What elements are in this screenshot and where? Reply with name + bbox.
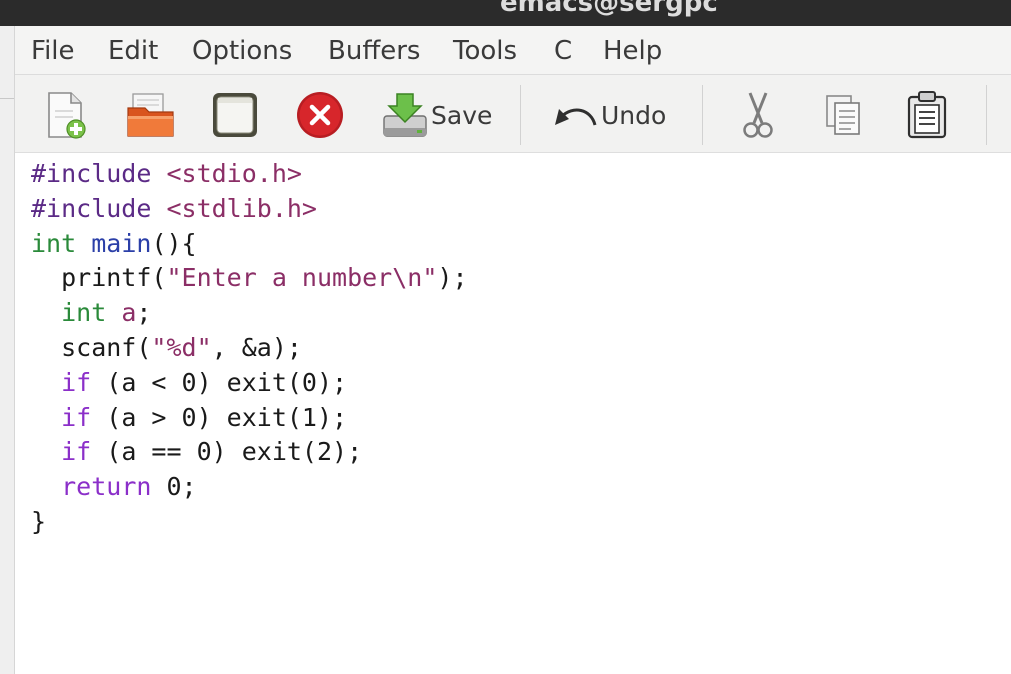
undo-arrow-icon (555, 108, 597, 126)
code-line: return 0; (31, 470, 468, 505)
paste-clipboard-icon (907, 91, 947, 139)
code-line: if (a > 0) exit(1); (31, 401, 468, 436)
code-token-kw: if (61, 367, 92, 397)
code-text[interactable]: #include <stdio.h> #include <stdlib.h> int… (31, 157, 468, 540)
close-buffer-icon (297, 92, 343, 138)
code-token-plain: } (31, 506, 47, 536)
menu-help[interactable]: Help (603, 35, 662, 67)
code-token-plain: printf( (31, 263, 167, 293)
emacs-frame: File Edit Options Buffers Tools C Help S… (15, 26, 1011, 674)
code-line: } (31, 505, 468, 540)
save-label: Save (431, 100, 493, 130)
code-line: int a; (31, 296, 468, 331)
toolbar-separator (520, 85, 521, 145)
code-line: scanf("%d", &a); (31, 331, 468, 366)
title-bar[interactable]: emacs@sergpc (0, 0, 1011, 26)
code-token-type: int (61, 298, 107, 328)
menu-buffers[interactable]: Buffers (328, 35, 420, 67)
menu-file[interactable]: File (31, 35, 75, 67)
tool-bar: Save Undo (15, 75, 1011, 153)
code-token-plain: (){ (151, 228, 197, 258)
code-token-plain: 0; (151, 472, 197, 502)
menu-bar: File Edit Options Buffers Tools C Help (15, 26, 1011, 75)
code-line: int main(){ (31, 227, 468, 262)
code-line: if (a < 0) exit(0); (31, 366, 468, 401)
code-token-str: a (121, 298, 137, 328)
code-line: if (a == 0) exit(2); (31, 435, 468, 470)
scissors-icon (743, 92, 773, 138)
copy-icon (826, 95, 860, 135)
window-title: emacs@sergpc (500, 0, 718, 18)
code-token-plain: ); (437, 263, 468, 293)
code-token-plain: (a == 0) exit(2); (91, 437, 363, 467)
left-window-frame (0, 26, 15, 674)
code-token-str: <stdlib.h> (166, 193, 317, 223)
save-disk-icon (383, 93, 427, 137)
code-token-pp: #include (31, 159, 167, 188)
emacs-window: emacs@sergpc File Edit Options Buffers T… (0, 0, 1011, 674)
code-token-str: <stdio.h> (166, 159, 302, 188)
menu-tools[interactable]: Tools (453, 35, 517, 67)
code-token-kw: if (61, 437, 92, 467)
dired-frame-icon (213, 93, 257, 137)
code-line: #include <stdlib.h> (31, 192, 468, 227)
code-line: #include <stdio.h> (31, 157, 468, 192)
code-token-str: "Enter a number\n" (166, 263, 438, 293)
menu-edit[interactable]: Edit (108, 35, 158, 67)
code-token-kw: if (61, 402, 92, 432)
code-token-pp: #include (31, 193, 167, 223)
undo-label: Undo (601, 100, 667, 130)
editor-buffer[interactable]: #include <stdio.h> #include <stdlib.h> int… (15, 153, 1011, 674)
paste-button[interactable] (904, 87, 950, 143)
code-token-plain: (a < 0) exit(0); (91, 367, 348, 397)
cut-button[interactable] (737, 87, 779, 143)
frame-divider (0, 98, 14, 99)
code-token-fn: main (91, 228, 152, 258)
code-token-type: int (31, 228, 77, 258)
code-token-plain: scanf( (31, 332, 152, 362)
copy-button[interactable] (823, 87, 865, 143)
new-file-button[interactable] (43, 87, 91, 143)
open-file-button[interactable] (125, 87, 177, 143)
code-token-plain: ; (136, 298, 152, 328)
open-folder-icon (127, 93, 174, 137)
close-buffer-button[interactable] (295, 87, 345, 143)
save-button[interactable]: Save (381, 87, 492, 143)
menu-c[interactable]: C (554, 35, 572, 67)
new-file-icon (48, 92, 86, 139)
code-token-plain: , &a); (211, 332, 302, 362)
toolbar-separator (702, 85, 703, 145)
code-token-kw: return (61, 472, 152, 502)
code-line: printf("Enter a number\n"); (31, 261, 468, 296)
code-token-plain: (a > 0) exit(1); (91, 402, 348, 432)
menu-options[interactable]: Options (192, 35, 292, 67)
toolbar-separator (986, 85, 987, 145)
undo-button[interactable]: Undo (551, 87, 666, 143)
code-token-str: "%d" (151, 332, 212, 362)
dired-button[interactable] (210, 87, 260, 143)
